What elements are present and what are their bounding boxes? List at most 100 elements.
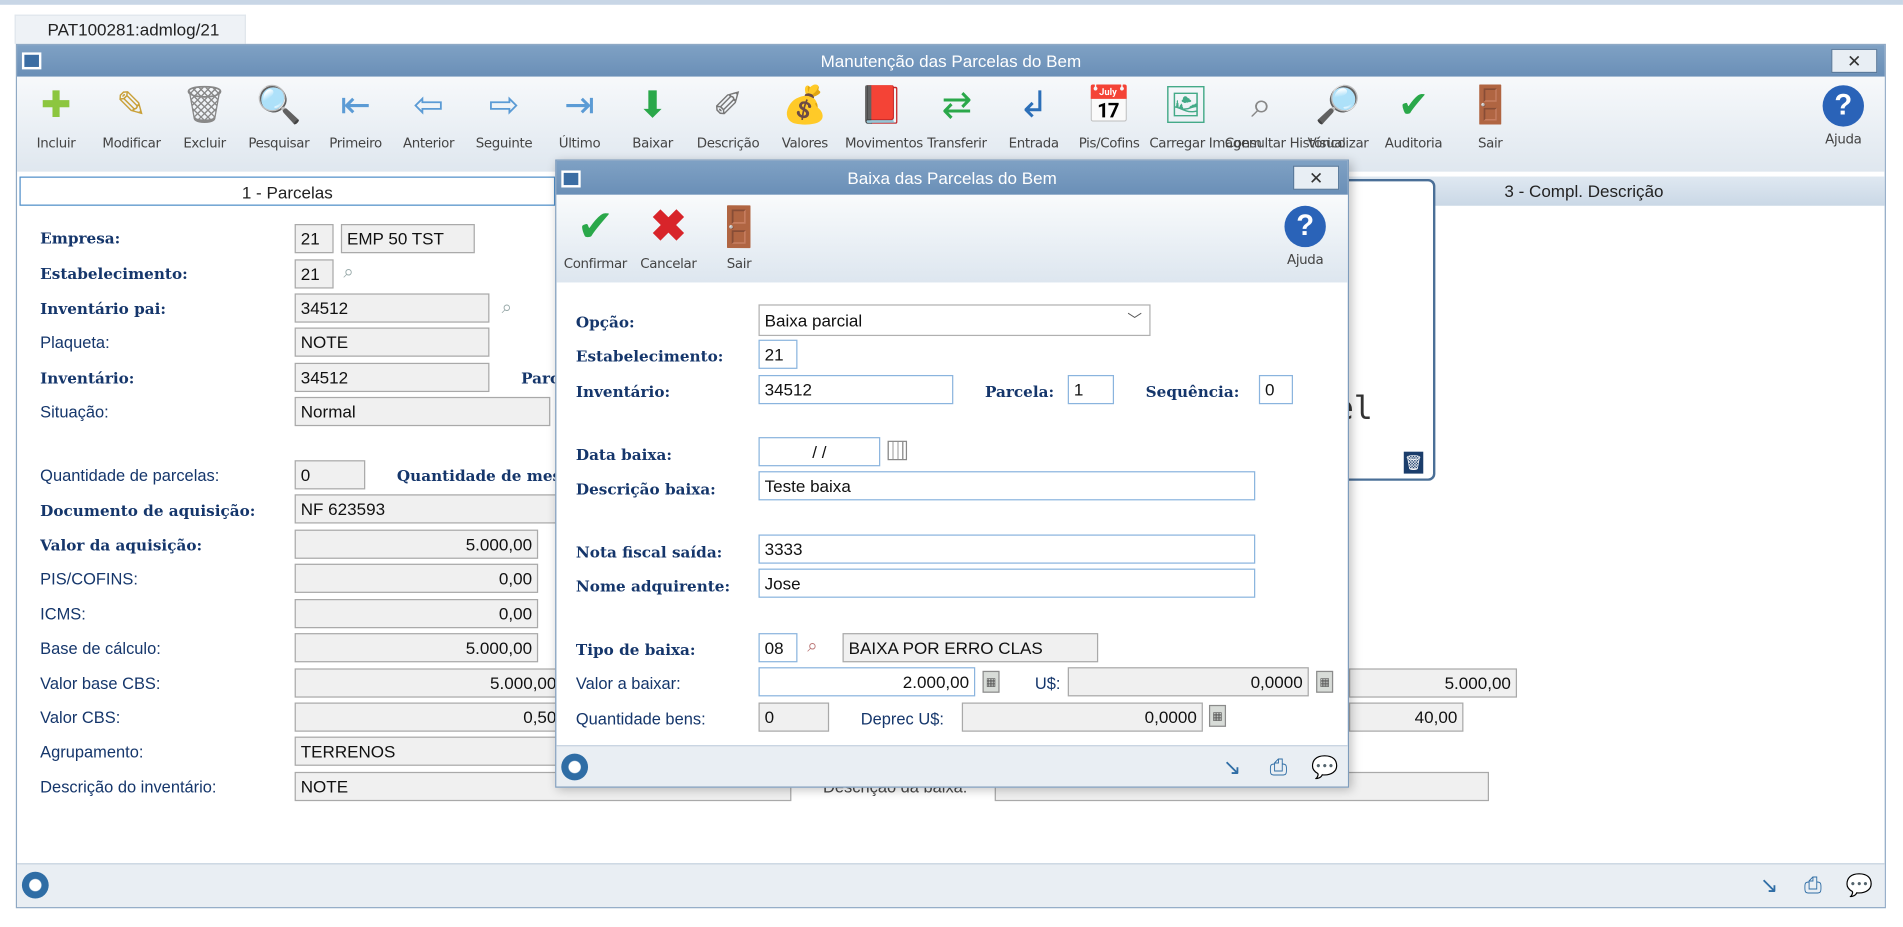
toolbar-button-valores[interactable]: 💰 Valores [768, 82, 841, 170]
toolbar-label: Anterior [402, 135, 455, 151]
valor-baixar-calculator-icon[interactable]: ▦ [982, 670, 1000, 693]
dialog-message-icon[interactable]: 💬 [1311, 754, 1338, 781]
window-close-button[interactable]: ✕ [1831, 48, 1878, 74]
exit-door-icon: 🚪 [714, 204, 764, 249]
data-baixa-field[interactable]: / / [758, 437, 881, 467]
tab-parcelas[interactable]: 1 - Parcelas [19, 176, 556, 206]
dlg-parcela-field[interactable]: 1 [1067, 374, 1115, 405]
inventario-pai-field[interactable]: 34512 [294, 293, 490, 323]
tipo-baixa-code-field[interactable]: 08 [758, 633, 798, 663]
toolbar-button-transferir[interactable]: ⇄ Transferir [920, 82, 993, 170]
status-message-icon[interactable]: 💬 [1846, 872, 1873, 899]
icms-label: ICMS: [40, 605, 86, 624]
dialog-printer-icon[interactable]: ⎙ [1265, 754, 1292, 781]
qtd-parcelas-field[interactable]: 0 [294, 460, 366, 490]
toolbar-button-descrição[interactable]: ✐ Descrição [692, 82, 765, 170]
toolbar-button-visualizar[interactable]: 🔎 Visualizar [1302, 82, 1375, 170]
base-calculo-field[interactable]: 5.000,00 [294, 633, 539, 663]
dialog-status-bar: ↘ ⎙ 💬 [556, 745, 1348, 787]
dlg-sequencia-field[interactable]: 0 [1258, 374, 1293, 405]
valor-cbs-field[interactable]: 0,50 [294, 702, 563, 732]
qtd-bens-field[interactable]: 0 [758, 702, 830, 732]
main-toolbar: ✚ Incluir ✎ Modificar 🗑 Excluir 🔍 Pesquisar ⇤ Pri… [17, 76, 1885, 172]
dialog-globe-icon[interactable] [561, 753, 589, 781]
inventario-field[interactable]: 34512 [294, 362, 490, 393]
nota-fiscal-field[interactable]: 3333 [758, 534, 1256, 564]
toolbar-button-sair[interactable]: 🚪 Sair [1454, 82, 1527, 170]
plaqueta-field[interactable]: NOTE [294, 327, 490, 357]
help-button[interactable]: ? Ajuda [1807, 82, 1880, 170]
toolbar-button-anterior[interactable]: ⇦ Anterior [392, 82, 465, 170]
dialog-help-button[interactable]: ? Ajuda [1269, 202, 1342, 290]
dlg-estabelecimento-field[interactable]: 21 [758, 339, 798, 369]
nome-adquirente-field[interactable]: Jose [758, 568, 1256, 598]
status-printer-icon[interactable]: ⎙ [1799, 872, 1826, 899]
toolbar-label: Descrição [696, 135, 760, 151]
toolbar-button-pis-cofins[interactable]: 📅 Pis/Cofins [1073, 82, 1146, 170]
status-shortcut-icon[interactable]: ↘ [1756, 872, 1783, 899]
us-calculator-icon[interactable]: ▦ [1316, 670, 1334, 693]
next-arrow-icon: ⇨ [488, 85, 520, 126]
estabelecimento-search-icon[interactable]: ⌕ [343, 262, 353, 283]
toolbar-button-carregar-imagem[interactable]: 🖼 Carregar Imagem [1149, 82, 1262, 170]
tipo-baixa-search-icon[interactable]: ⌕ [807, 636, 817, 657]
opcao-select[interactable]: Baixa parcial ﹀ [758, 304, 1151, 337]
right-value-field-2[interactable]: 40,00 [1348, 702, 1464, 732]
toolbar-button-primeiro[interactable]: ⇤ Primeiro [319, 82, 392, 170]
deprec-us-field[interactable]: 0,0000 [961, 702, 1203, 732]
dialog-close-button[interactable]: ✕ [1292, 165, 1340, 190]
inventario-label: Inventário: [40, 368, 135, 388]
dlg-sequencia-label: Sequência: [1145, 382, 1240, 401]
dlg-parcela-label: Parcela: [984, 382, 1055, 401]
toolbar-button-auditoria[interactable]: ✔ Auditoria [1377, 82, 1450, 170]
toolbar-button-incluir[interactable]: ✚ Incluir [19, 82, 92, 170]
empresa-name-field: EMP 50 TST [340, 224, 475, 254]
documento-aquisicao-field[interactable]: NF 623593 [294, 494, 563, 524]
toolbar-label: Pesquisar [248, 135, 310, 151]
valor-baixar-field[interactable]: 2.000,00 [758, 667, 976, 697]
valor-base-cbs-field[interactable]: 5.000,00 [294, 668, 563, 698]
toolbar-button-excluir[interactable]: 🗑 Excluir [168, 82, 241, 170]
us-field[interactable]: 0,0000 [1067, 667, 1309, 697]
cancel-button[interactable]: ✖ Cancelar [632, 201, 705, 290]
agrupamento-field[interactable]: TERRENOS [294, 736, 563, 766]
toolbar-button-modificar[interactable]: ✎ Modificar [95, 82, 168, 170]
descricao-inventario-label: Descrição do inventário: [40, 777, 217, 797]
deprec-calculator-icon[interactable]: ▦ [1208, 704, 1227, 727]
empresa-code-field[interactable]: 21 [294, 224, 334, 254]
toolbar-label: Auditoria [1384, 135, 1443, 151]
toolbar-button-seguinte[interactable]: ⇨ Seguinte [468, 82, 541, 170]
dialog-shortcut-icon[interactable]: ↘ [1219, 754, 1246, 781]
dialog-app-icon [561, 170, 581, 188]
toolbar-button-movimentos[interactable]: 📕 Movimentos [845, 82, 923, 170]
toolbar-label: Sair [1477, 135, 1503, 151]
toolbar-button-consultar-histórico[interactable]: ⌕ Consultar Histórico [1225, 82, 1346, 170]
download-icon: ⬇ [637, 85, 668, 126]
descricao-baixa-label: Descrição baixa: [575, 479, 716, 498]
estabelecimento-field[interactable]: 21 [294, 259, 334, 289]
plus-circle-icon: ✚ [40, 85, 72, 126]
status-globe-icon[interactable] [21, 871, 49, 899]
dlg-inventario-field[interactable]: 34512 [758, 374, 954, 405]
pis-cofins-field[interactable]: 0,00 [294, 563, 539, 593]
confirm-button[interactable]: ✔ Confirmar [559, 201, 632, 290]
delete-image-icon[interactable]: 🗑 [1403, 451, 1424, 474]
toolbar-button-baixar[interactable]: ⬇ Baixar [616, 82, 689, 170]
calendar-icon[interactable] [887, 440, 908, 461]
right-value-field-1[interactable]: 5.000,00 [1348, 668, 1518, 698]
session-tab[interactable]: PAT100281:admlog/21 [14, 14, 246, 44]
help-icon: ? [1822, 85, 1864, 127]
toolbar-button-último[interactable]: ⇥ Último [543, 82, 616, 170]
valor-aquisicao-field[interactable]: 5.000,00 [294, 529, 539, 559]
inventario-pai-search-icon[interactable]: ⌕ [502, 297, 512, 318]
qtd-parcelas-label: Quantidade de parcelas: [40, 466, 220, 485]
audit-icon: ✔ [1398, 85, 1429, 126]
toolbar-button-entrada[interactable]: ↲ Entrada [997, 82, 1070, 170]
situacao-field[interactable]: Normal [294, 396, 551, 427]
toolbar-button-pesquisar[interactable]: 🔍 Pesquisar [242, 82, 315, 170]
last-arrow-icon: ⇥ [564, 85, 595, 126]
descricao-baixa-field[interactable]: Teste baixa [758, 471, 1256, 501]
inventario-pai-label: Inventário pai: [40, 299, 166, 318]
dialog-exit-button[interactable]: 🚪 Sair [702, 202, 775, 290]
icms-field[interactable]: 0,00 [294, 599, 539, 629]
